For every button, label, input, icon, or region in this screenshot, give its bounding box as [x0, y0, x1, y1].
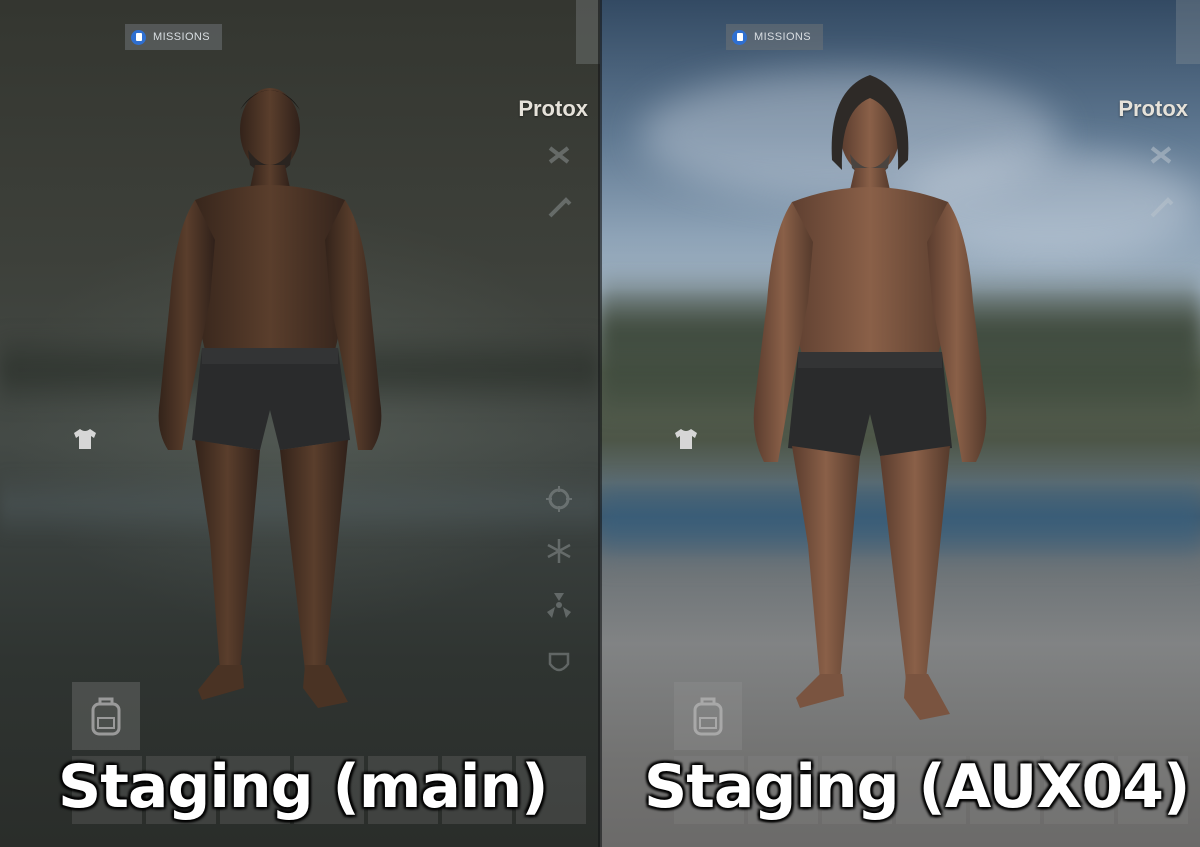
shield-icon — [548, 652, 570, 672]
player-name: Protox — [1118, 96, 1188, 121]
missions-button[interactable]: MISSIONS — [726, 24, 823, 50]
missions-icon — [131, 29, 146, 45]
character-model — [158, 88, 382, 708]
missions-label: MISSIONS — [153, 31, 210, 43]
top-right-slot[interactable] — [1176, 0, 1200, 64]
player-name: Protox — [518, 96, 588, 121]
backpack-slot[interactable] — [674, 682, 742, 750]
backpack-icon — [693, 697, 723, 736]
missions-icon — [732, 29, 747, 45]
top-right-slot[interactable] — [576, 0, 600, 64]
food-icon — [546, 486, 572, 512]
right-panel-staging-aux04: MISSIONS Protox Staging (AUX04) — [600, 0, 1200, 847]
crossbones-icon — [548, 146, 570, 164]
panel-divider — [598, 0, 602, 847]
radiation-icon — [547, 593, 571, 618]
caption-staging-aux04: Staging (AUX04) — [644, 752, 1190, 822]
wrench-icon — [1150, 197, 1174, 218]
crossbones-icon — [1150, 146, 1172, 164]
missions-button[interactable]: MISSIONS — [125, 24, 222, 50]
wrench-icon — [548, 197, 572, 218]
missions-label: MISSIONS — [754, 31, 811, 43]
left-panel-staging-main: MISSIONS Protox Staging (main) — [0, 0, 600, 847]
backpack-slot[interactable] — [72, 682, 140, 750]
shirt-icon[interactable] — [72, 428, 98, 450]
character-model — [753, 75, 987, 720]
cold-icon — [547, 539, 571, 563]
backpack-icon — [91, 697, 121, 736]
caption-staging-main: Staging (main) — [58, 752, 549, 822]
shirt-icon[interactable] — [673, 428, 699, 450]
